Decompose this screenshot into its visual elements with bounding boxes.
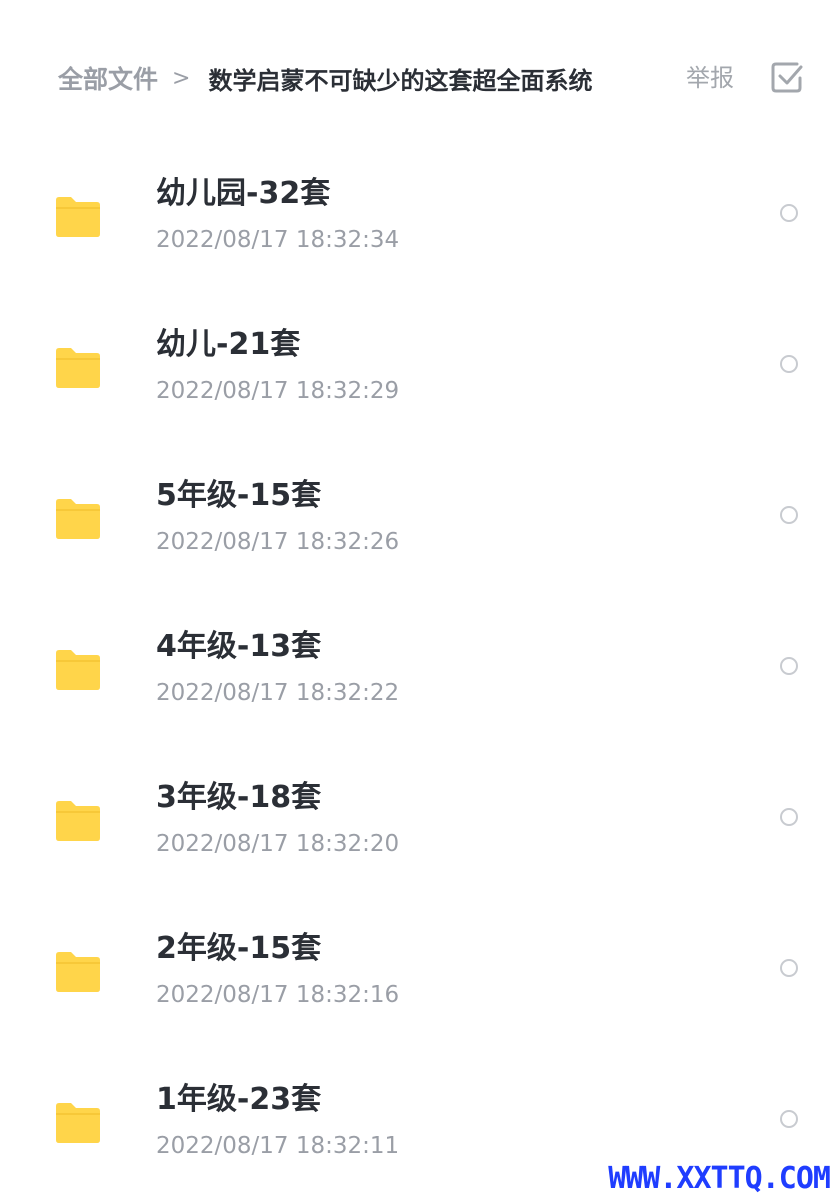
file-row[interactable]: 3年级-18套 2022/08/17 18:32:20 (0, 744, 836, 895)
file-row[interactable]: 幼儿-21套 2022/08/17 18:32:29 (0, 291, 836, 442)
folder-icon (53, 800, 103, 842)
select-radio[interactable] (780, 959, 798, 977)
file-name: 1年级-23套 (156, 1082, 322, 1117)
checkbox-icon[interactable] (770, 60, 804, 94)
folder-icon (53, 347, 103, 389)
breadcrumb-root-link[interactable]: 全部文件 (58, 60, 158, 96)
breadcrumb-current-folder: 数学启蒙不可缺少的这套超全面系统 (208, 66, 593, 95)
file-date: 2022/08/17 18:32:20 (156, 831, 400, 857)
folder-icon (53, 196, 103, 238)
file-name: 幼儿-21套 (156, 327, 301, 362)
top-bar: 全部文件 > 数学启蒙不可缺少的这套超全面系统 举报 (0, 0, 836, 150)
select-radio[interactable] (780, 506, 798, 524)
file-row[interactable]: 5年级-15套 2022/08/17 18:32:26 (0, 442, 836, 593)
folder-icon (53, 951, 103, 993)
file-date: 2022/08/17 18:32:22 (156, 680, 400, 706)
breadcrumb: 全部文件 > 数学启蒙不可缺少的这套超全面系统 (58, 58, 592, 98)
file-date: 2022/08/17 18:32:11 (156, 1133, 400, 1159)
select-radio[interactable] (780, 808, 798, 826)
select-radio[interactable] (780, 204, 798, 222)
file-row[interactable]: 2年级-15套 2022/08/17 18:32:16 (0, 895, 836, 1046)
folder-icon (53, 1102, 103, 1144)
watermark-text: WWW.XXTTQ.COM (608, 1161, 831, 1196)
file-row[interactable]: 幼儿园-32套 2022/08/17 18:32:34 (0, 140, 836, 291)
file-date: 2022/08/17 18:32:16 (156, 982, 400, 1008)
report-button[interactable]: 举报 (686, 58, 734, 98)
select-radio[interactable] (780, 1110, 798, 1128)
file-name: 幼儿园-32套 (156, 176, 331, 211)
file-date: 2022/08/17 18:32:29 (156, 378, 400, 404)
file-name: 3年级-18套 (156, 780, 322, 815)
select-radio[interactable] (780, 355, 798, 373)
folder-icon (53, 649, 103, 691)
file-date: 2022/08/17 18:32:26 (156, 529, 400, 555)
file-date: 2022/08/17 18:32:34 (156, 227, 400, 253)
file-name: 4年级-13套 (156, 629, 322, 664)
select-radio[interactable] (780, 657, 798, 675)
file-list: 幼儿园-32套 2022/08/17 18:32:34 幼儿-21套 2022/… (0, 140, 836, 1197)
breadcrumb-separator: > (172, 65, 191, 91)
folder-icon (53, 498, 103, 540)
file-name: 2年级-15套 (156, 931, 322, 966)
file-name: 5年级-15套 (156, 478, 322, 513)
file-row[interactable]: 4年级-13套 2022/08/17 18:32:22 (0, 593, 836, 744)
